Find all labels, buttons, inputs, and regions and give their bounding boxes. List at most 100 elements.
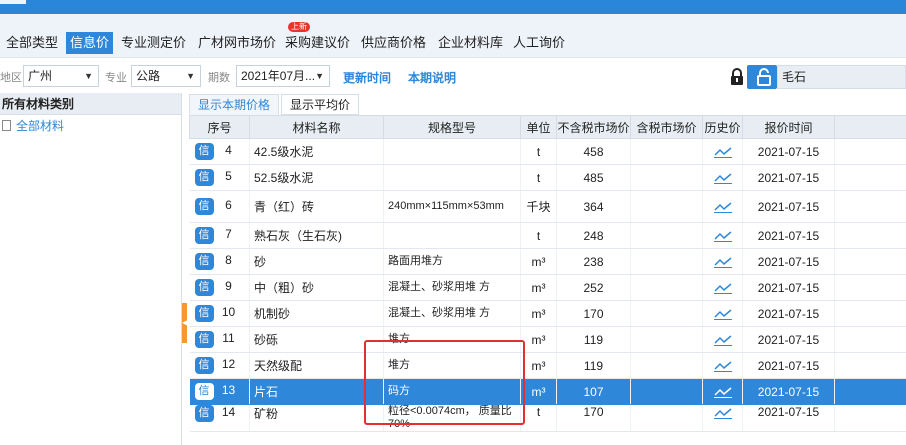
material-name-cell[interactable]: 42.5级水泥 bbox=[249, 138, 384, 165]
spec-cell[interactable]: 码方 bbox=[383, 378, 521, 405]
date-cell[interactable]: 2021-07-15 bbox=[742, 222, 835, 249]
price-cell[interactable]: 248 bbox=[556, 222, 631, 249]
material-name-cell[interactable]: 青（红）砖 bbox=[249, 190, 384, 223]
spec-cell[interactable]: 240mm×115mm×53mm bbox=[383, 190, 521, 223]
col-header-price[interactable]: 不含税市场价 bbox=[556, 115, 631, 139]
price-cell[interactable]: 458 bbox=[556, 138, 631, 165]
history-trend-icon[interactable] bbox=[713, 282, 732, 295]
date-cell[interactable]: 2021-07-15 bbox=[742, 164, 835, 191]
price-cell[interactable]: 485 bbox=[556, 164, 631, 191]
date-cell[interactable]: 2021-07-15 bbox=[742, 138, 835, 165]
col-header-tax-price[interactable]: 含税市场价 bbox=[630, 115, 703, 139]
date-cell[interactable]: 2021-07-15 bbox=[742, 190, 835, 223]
table-row[interactable]: 信 14 矿粉 粒径<0.0074cm， 质量比 70% t 170 2021-07-15 bbox=[189, 404, 906, 432]
date-cell[interactable]: 2021-07-15 bbox=[742, 352, 835, 379]
tax-price-cell[interactable] bbox=[630, 404, 703, 432]
spec-cell[interactable]: 粒径<0.0074cm， 质量比 70% bbox=[383, 404, 521, 432]
unit-cell[interactable]: m³ bbox=[520, 352, 557, 379]
date-cell[interactable]: 2021-07-15 bbox=[742, 326, 835, 353]
col-header-no[interactable]: 序号 bbox=[189, 115, 250, 139]
tax-price-cell[interactable] bbox=[630, 352, 703, 379]
tab-manual-inquiry[interactable]: 人工询价 bbox=[513, 32, 565, 54]
unit-cell[interactable]: t bbox=[520, 138, 557, 165]
unit-cell[interactable]: m³ bbox=[520, 300, 557, 327]
col-header-unit[interactable]: 单位 bbox=[520, 115, 557, 139]
material-name-cell[interactable]: 熟石灰（生石灰) bbox=[249, 222, 384, 249]
price-cell[interactable]: 252 bbox=[556, 274, 631, 301]
unit-cell[interactable]: m³ bbox=[520, 378, 557, 405]
lock-icon[interactable] bbox=[728, 67, 746, 87]
history-trend-icon[interactable] bbox=[713, 256, 732, 269]
tab-info-price[interactable]: 信息价 bbox=[66, 32, 114, 54]
material-name-cell[interactable]: 砂砾 bbox=[249, 326, 384, 353]
date-cell[interactable]: 2021-07-15 bbox=[742, 248, 835, 275]
table-row[interactable]: 信 10 机制砂 混凝土、砂浆用堆 方 m³ 170 2021-07-15 bbox=[189, 300, 906, 327]
material-name-cell[interactable]: 机制砂 bbox=[249, 300, 384, 327]
period-note-link[interactable]: 本期说明 bbox=[408, 69, 456, 86]
table-row[interactable]: 信 11 砂砾 堆方 m³ 119 2021-07-15 bbox=[189, 326, 906, 353]
material-name-cell[interactable]: 砂 bbox=[249, 248, 384, 275]
date-cell[interactable]: 2021-07-15 bbox=[742, 274, 835, 301]
history-trend-icon[interactable] bbox=[713, 308, 732, 321]
col-header-name[interactable]: 材料名称 bbox=[249, 115, 384, 139]
table-row[interactable]: 信 8 砂路面用堆方 m³ 238 2021-07-15 bbox=[189, 248, 906, 275]
tree-node-all-materials[interactable]: 全部材料 bbox=[0, 115, 181, 137]
tax-price-cell[interactable] bbox=[630, 138, 703, 165]
spec-cell[interactable]: 路面用堆方 bbox=[383, 248, 521, 275]
history-trend-icon[interactable] bbox=[713, 146, 732, 159]
tax-price-cell[interactable] bbox=[630, 300, 703, 327]
period-select[interactable]: 2021年07月... ▼ bbox=[236, 65, 330, 87]
history-trend-icon[interactable] bbox=[713, 201, 732, 214]
subtab-current-price[interactable]: 显示本期价格 bbox=[189, 94, 280, 115]
update-time-link[interactable]: 更新时间 bbox=[343, 69, 391, 86]
date-cell[interactable]: 2021-07-15 bbox=[742, 378, 835, 405]
tab-supplier-price[interactable]: 供应商价格 bbox=[361, 32, 426, 54]
material-name-cell[interactable]: 52.5级水泥 bbox=[249, 164, 384, 191]
tax-price-cell[interactable] bbox=[630, 164, 703, 191]
tax-price-cell[interactable] bbox=[630, 326, 703, 353]
price-cell[interactable]: 170 bbox=[556, 300, 631, 327]
price-cell[interactable]: 170 bbox=[556, 404, 631, 432]
tab-purchase-advice-price[interactable]: 采购建议价 bbox=[285, 32, 350, 54]
history-trend-icon[interactable] bbox=[713, 360, 732, 373]
date-cell[interactable]: 2021-07-15 bbox=[742, 300, 835, 327]
history-trend-icon[interactable] bbox=[713, 407, 732, 419]
history-trend-icon[interactable] bbox=[713, 230, 732, 243]
spec-cell[interactable]: 堆方 bbox=[383, 326, 521, 353]
table-row[interactable]: 信 7 熟石灰（生石灰) t 248 2021-07-15 bbox=[189, 222, 906, 249]
table-row[interactable]: 信 13 片石 码方 m³ 107 2021-07-15 bbox=[189, 378, 906, 405]
material-name-cell[interactable]: 天然级配 bbox=[249, 352, 384, 379]
tab-market-price[interactable]: 广材网市场价 bbox=[198, 32, 276, 54]
tab-enterprise-library[interactable]: 企业材料库 bbox=[438, 32, 503, 54]
table-row[interactable]: 信 6 青（红）砖 240mm×115mm×53mm 千块 364 2021-07-15 bbox=[189, 190, 906, 223]
material-name-cell[interactable]: 中（粗）砂 bbox=[249, 274, 384, 301]
price-cell[interactable]: 238 bbox=[556, 248, 631, 275]
price-cell[interactable]: 119 bbox=[556, 326, 631, 353]
unlock-icon[interactable] bbox=[755, 67, 773, 87]
spec-cell[interactable]: 混凝土、砂浆用堆 方 bbox=[383, 274, 521, 301]
table-row[interactable]: 信 12 天然级配 堆方 m³ 119 2021-07-15 bbox=[189, 352, 906, 379]
tax-price-cell[interactable] bbox=[630, 274, 703, 301]
tax-price-cell[interactable] bbox=[630, 190, 703, 223]
col-header-date[interactable]: 报价时间 bbox=[742, 115, 835, 139]
col-header-history[interactable]: 历史价 bbox=[702, 115, 743, 139]
material-name-cell[interactable]: 矿粉 bbox=[249, 404, 384, 432]
col-header-spec[interactable]: 规格型号 bbox=[383, 115, 521, 139]
spec-cell[interactable]: 堆方 bbox=[383, 352, 521, 379]
unit-cell[interactable]: m³ bbox=[520, 274, 557, 301]
unit-cell[interactable]: 千块 bbox=[520, 190, 557, 223]
spec-cell[interactable]: 混凝土、砂浆用堆 方 bbox=[383, 300, 521, 327]
price-cell[interactable]: 364 bbox=[556, 190, 631, 223]
tab-professional-price[interactable]: 专业测定价 bbox=[121, 32, 186, 54]
panel-splitter-handle[interactable]: ◀ bbox=[182, 303, 188, 343]
unit-cell[interactable]: m³ bbox=[520, 326, 557, 353]
tax-price-cell[interactable] bbox=[630, 248, 703, 275]
table-row[interactable]: 信 5 52.5级水泥 t 485 2021-07-15 bbox=[189, 164, 906, 191]
price-cell[interactable]: 107 bbox=[556, 378, 631, 405]
table-row[interactable]: 信 4 42.5级水泥 t 458 2021-07-15 bbox=[189, 138, 906, 165]
price-cell[interactable]: 119 bbox=[556, 352, 631, 379]
spec-cell[interactable] bbox=[383, 138, 521, 165]
history-trend-icon[interactable] bbox=[713, 334, 732, 347]
region-select[interactable]: 广州 ▼ bbox=[23, 65, 99, 87]
tax-price-cell[interactable] bbox=[630, 378, 703, 405]
